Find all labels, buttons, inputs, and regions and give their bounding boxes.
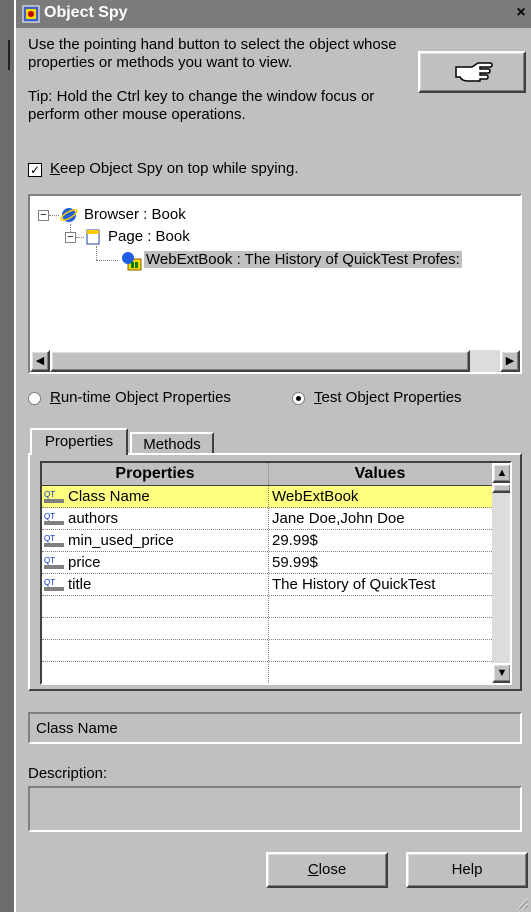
expander-page[interactable]: −	[65, 232, 76, 243]
tree-connector	[96, 246, 98, 260]
scroll-right-button[interactable]: ▶	[500, 350, 520, 372]
test-object-properties-label[interactable]: Test Object Properties	[314, 389, 462, 406]
svg-text:QT: QT	[44, 534, 55, 543]
column-divider	[268, 463, 269, 683]
close-button[interactable]: Close	[266, 852, 388, 888]
runtime-properties-label[interactable]: Run-time Object Properties	[50, 389, 231, 406]
object-spy-app-icon	[22, 5, 40, 23]
property-value: 59.99$	[272, 554, 318, 571]
arrow-down-icon: ▼	[496, 667, 508, 679]
browser-icon	[60, 208, 78, 222]
scroll-thumb[interactable]	[50, 350, 470, 372]
help-button-label: Help	[451, 861, 483, 878]
column-header-values[interactable]: Values	[268, 463, 492, 485]
help-button[interactable]: Help	[406, 852, 528, 888]
window-title: Object Spy	[44, 4, 128, 21]
svg-text:QT: QT	[44, 490, 55, 499]
scroll-down-button[interactable]: ▼	[492, 663, 510, 683]
runtime-properties-option[interactable]: Run-time Object Properties	[28, 389, 268, 409]
object-tree[interactable]: − Browser : Book − Page : Book WebExtBoo…	[28, 194, 522, 374]
qt-property-icon: QT	[44, 578, 64, 591]
empty-row	[42, 618, 492, 640]
property-name: Class Name	[68, 488, 150, 505]
tab-properties[interactable]: Properties	[30, 428, 128, 455]
tree-connector	[49, 215, 59, 217]
table-row[interactable]: QT title The History of QuickTest	[42, 574, 492, 596]
property-name: authors	[68, 510, 119, 527]
property-name: min_used_price	[68, 532, 174, 549]
property-name: title	[68, 576, 92, 593]
test-object-properties-option[interactable]: Test Object Properties	[292, 389, 512, 409]
pointing-hand-icon	[455, 62, 493, 82]
tree-horizontal-scrollbar[interactable]: ◀ ▶	[30, 350, 520, 372]
instructions-text: Use the pointing hand button to select t…	[28, 36, 397, 71]
close-icon[interactable]: ×	[513, 4, 529, 22]
table-row[interactable]: QT price 59.99$	[42, 552, 492, 574]
grid-header: Properties Values	[42, 463, 492, 486]
qt-property-icon: QT	[44, 534, 64, 547]
resize-grip-icon[interactable]	[515, 896, 529, 910]
grid-vertical-scrollbar[interactable]: ▲ ▼	[492, 463, 510, 683]
scroll-up-button[interactable]: ▲	[492, 463, 510, 483]
webext-icon	[122, 252, 142, 271]
runtime-properties-radio[interactable]	[28, 392, 41, 405]
arrow-right-icon: ▶	[505, 355, 515, 367]
table-row[interactable]: QT Class Name WebExtBook	[42, 486, 492, 508]
svg-text:QT: QT	[44, 512, 55, 521]
tab-methods[interactable]: Methods	[130, 432, 214, 454]
property-value: WebExtBook	[272, 488, 359, 505]
properties-tab-panel: Properties Values QT Class Name WebExtBo…	[28, 453, 522, 691]
edge-mark	[8, 40, 10, 70]
table-row[interactable]: QT min_used_price 29.99$	[42, 530, 492, 552]
tree-node-page[interactable]: Page : Book	[108, 228, 190, 245]
expander-browser[interactable]: −	[38, 210, 49, 221]
scroll-left-button[interactable]: ◀	[30, 350, 50, 372]
keep-on-top-checkbox[interactable]: ✓	[28, 163, 42, 177]
keep-on-top-label[interactable]: Keep Object Spy on top while spying.	[50, 160, 299, 177]
tree-connector	[76, 237, 84, 239]
column-header-properties[interactable]: Properties	[42, 463, 268, 485]
selected-property-name: Class Name	[36, 720, 118, 737]
close-button-label: Close	[307, 861, 347, 878]
arrow-up-icon: ▲	[496, 467, 508, 479]
selected-property-name-field: Class Name	[28, 712, 522, 744]
description-label: Description:	[28, 765, 108, 782]
empty-row	[42, 596, 492, 618]
background-left-edge	[0, 0, 14, 912]
properties-grid[interactable]: Properties Values QT Class Name WebExtBo…	[40, 461, 512, 685]
pointing-hand-button[interactable]	[418, 51, 526, 93]
tip-text: Tip: Hold the Ctrl key to change the win…	[28, 88, 375, 123]
property-value: 29.99$	[272, 532, 318, 549]
test-object-properties-radio[interactable]	[292, 392, 305, 405]
empty-row	[42, 662, 492, 683]
tree-node-browser[interactable]: Browser : Book	[84, 206, 186, 223]
object-spy-window: Object Spy × Use the pointing hand butto…	[14, 0, 531, 912]
property-value: The History of QuickTest	[272, 576, 436, 593]
table-row[interactable]: QT authors Jane Doe,John Doe	[42, 508, 492, 530]
title-bar[interactable]: Object Spy ×	[16, 0, 531, 28]
tree-node-webextbook[interactable]: WebExtBook : The History of QuickTest Pr…	[144, 251, 462, 268]
svg-text:QT: QT	[44, 556, 55, 565]
page-icon	[86, 229, 100, 245]
scroll-thumb[interactable]	[492, 483, 510, 493]
tree-connector	[96, 260, 118, 262]
arrow-left-icon: ◀	[35, 355, 45, 367]
qt-property-icon: QT	[44, 490, 64, 503]
description-field	[28, 786, 522, 832]
qt-property-icon: QT	[44, 556, 64, 569]
property-name: price	[68, 554, 101, 571]
empty-row	[42, 640, 492, 662]
svg-text:QT: QT	[44, 578, 55, 587]
qt-property-icon: QT	[44, 512, 64, 525]
property-value: Jane Doe,John Doe	[272, 510, 405, 527]
